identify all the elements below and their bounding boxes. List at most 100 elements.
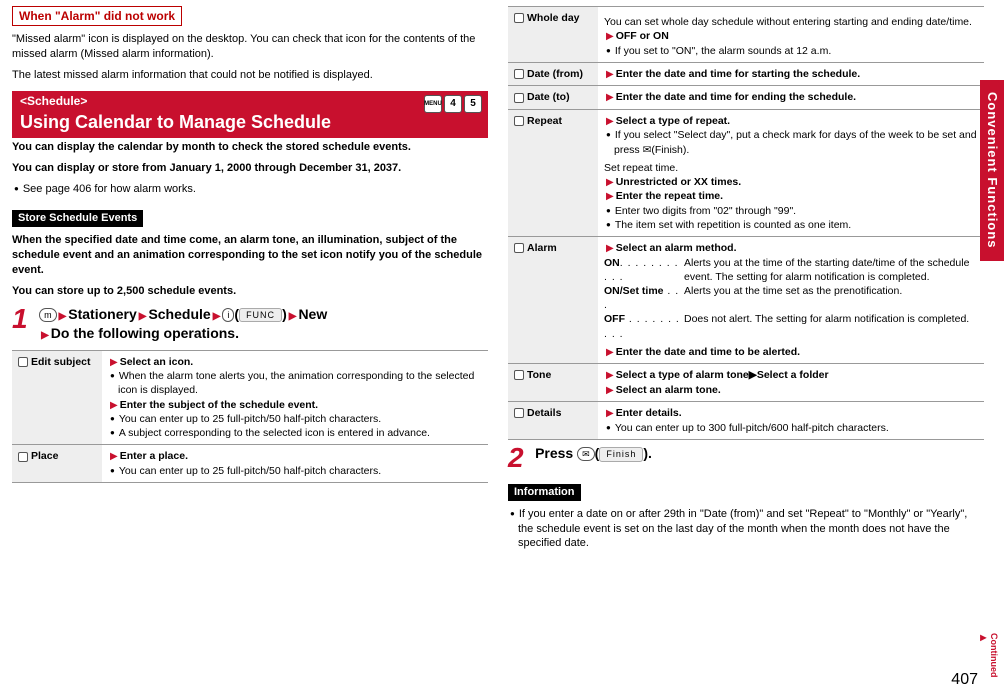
table-row: Date (to)▶Enter the date and time for en… (508, 86, 984, 110)
continued-label: Continued (977, 633, 1000, 678)
table-bullet: The item set with repetition is counted … (604, 218, 978, 232)
table-row: Whole day You can set whole day schedule … (508, 7, 984, 63)
table-text: Enter the date and time for ending the s… (616, 91, 856, 103)
table-cell: ▶Select an alarm method.ON. . . . . . . … (598, 237, 984, 364)
table-line: ▶Unrestricted or XX times. (604, 175, 978, 190)
alarm-desc: Alerts you at the time set as the prenot… (684, 284, 902, 312)
table-line: ▶Select an alarm tone. (604, 383, 978, 398)
table-bullet: A subject corresponding to the selected … (108, 426, 482, 440)
table-label: Date (to) (508, 86, 598, 110)
alarm-option: ON. . . . . . . . . . .Alerts you at the… (604, 256, 978, 284)
triangle-icon: ▶ (139, 311, 147, 322)
table-label: Tone (508, 364, 598, 402)
triangle-icon: ▶ (110, 357, 118, 368)
intro-bullet: See page 406 for how alarm works. (12, 182, 488, 197)
page-number: 407 (951, 669, 978, 691)
table-line: ▶Enter the date and time for starting th… (604, 67, 978, 82)
i-key-icon: i (222, 308, 234, 322)
table-label: Edit subject (12, 350, 102, 445)
table-label: Place (12, 445, 102, 483)
table-row: Alarm▶Select an alarm method.ON. . . . .… (508, 237, 984, 364)
key-4-icon: 4 (444, 95, 462, 113)
table-label: Date (from) (508, 62, 598, 86)
table-line: ▶OFF or ON (604, 29, 978, 44)
table-bullet: When the alarm tone alerts you, the anim… (108, 369, 482, 397)
table-text: Enter a place. (120, 450, 188, 462)
table-text: OFF or ON (616, 30, 669, 42)
table-label: Repeat (508, 109, 598, 236)
table-text: Unrestricted or XX times. (616, 176, 741, 188)
table-text: Select an icon. (120, 356, 194, 368)
table-cell: ▶Select a type of alarm tone▶Select a fo… (598, 364, 984, 402)
information-heading: Information (508, 484, 581, 501)
table-row: Edit subject▶Select an icon.When the ala… (12, 350, 488, 445)
store-bold-2: You can store up to 2,500 schedule event… (12, 284, 488, 299)
alarm-desc: Alerts you at the time of the starting d… (684, 256, 978, 284)
table-text: You can set whole day schedule without e… (604, 15, 978, 29)
table-label: Whole day (508, 7, 598, 63)
table-line: ▶Select an icon. (108, 355, 482, 370)
alarm-option: OFF . . . . . . . . . .Does not alert. T… (604, 312, 978, 340)
right-column: Whole day You can set whole day schedule … (508, 6, 984, 557)
table-line: ▶Enter the date and time to be alerted. (604, 345, 978, 360)
table-cell: ▶Enter a place.You can enter up to 25 fu… (102, 445, 488, 483)
table-row: Place▶Enter a place.You can enter up to … (12, 445, 488, 483)
table-line: ▶Select an alarm method. (604, 241, 978, 256)
step2-period: . (648, 445, 652, 461)
missed-alarm-para2: The latest missed alarm information that… (12, 68, 488, 83)
schedule-subheading: <Schedule> (20, 94, 87, 108)
table-text: Enter the date and time to be alerted. (616, 346, 800, 358)
step-1: 1 m▶Stationery▶Schedule▶i(FUNC)▶New ▶Do … (12, 305, 488, 344)
triangle-icon: ▶ (606, 385, 614, 396)
left-settings-table: Edit subject▶Select an icon.When the ala… (12, 350, 488, 483)
table-text: Select a type of alarm tone▶Select a fol… (616, 369, 829, 381)
table-text: Enter the date and time for starting the… (616, 68, 860, 80)
setting-icon (514, 13, 524, 23)
table-bullet: If you select "Select day", put a check … (604, 128, 978, 156)
schedule-section-header: <Schedule> Using Calendar to Manage Sche… (12, 91, 488, 138)
table-label: Details (508, 402, 598, 440)
table-cell: ▶Enter the date and time for ending the … (598, 86, 984, 110)
triangle-icon: ▶ (59, 311, 67, 322)
triangle-icon: ▶ (289, 311, 297, 322)
table-text: Select an alarm method. (616, 242, 737, 254)
step-1-number: 1 (12, 305, 36, 333)
table-text: Select a type of repeat. (616, 115, 730, 127)
mail-key-icon: ✉ (577, 447, 595, 461)
table-bullet: Enter two digits from "02" through "99". (604, 204, 978, 218)
table-label: Alarm (508, 237, 598, 364)
triangle-icon: ▶ (110, 400, 118, 411)
triangle-icon: ▶ (606, 116, 614, 127)
table-text: Enter the repeat time. (616, 190, 723, 202)
setting-icon (514, 69, 524, 79)
triangle-icon: ▶ (213, 311, 221, 322)
table-cell: ▶Select a type of repeat.If you select "… (598, 109, 984, 236)
missed-alarm-para1: "Missed alarm" icon is displayed on the … (12, 32, 488, 62)
table-line: ▶Select a type of alarm tone▶Select a fo… (604, 368, 978, 383)
table-text: Enter details. (616, 407, 682, 419)
table-line: ▶Select a type of repeat. (604, 114, 978, 129)
triangle-icon: ▶ (606, 177, 614, 188)
information-bullet: If you enter a date on or after 29th in … (508, 507, 984, 552)
table-cell: ▶Enter details.You can enter up to 300 f… (598, 402, 984, 440)
triangle-icon: ▶ (606, 370, 614, 381)
step1-new: New (298, 306, 327, 322)
triangle-icon: ▶ (606, 408, 614, 419)
key-5-icon: 5 (464, 95, 482, 113)
setting-icon (514, 243, 524, 253)
setting-icon (18, 357, 28, 367)
alarm-not-work-heading: When "Alarm" did not work (12, 6, 182, 26)
triangle-icon: ▶ (606, 347, 614, 358)
table-bullet: You can enter up to 25 full-pitch/50 hal… (108, 464, 482, 478)
table-bullet: You can enter up to 25 full-pitch/50 hal… (108, 412, 482, 426)
store-bold-1: When the specified date and time come, a… (12, 233, 488, 278)
step-2-number: 2 (508, 444, 532, 472)
setting-icon (18, 452, 28, 462)
step2-press: Press (535, 445, 573, 461)
triangle-icon: ▶ (110, 451, 118, 462)
table-line: ▶Enter details. (604, 406, 978, 421)
finish-badge: Finish (599, 447, 643, 462)
table-line: ▶Enter a place. (108, 449, 482, 464)
side-tab: Convenient Functions (980, 80, 1004, 261)
triangle-icon: ▶ (41, 330, 49, 341)
